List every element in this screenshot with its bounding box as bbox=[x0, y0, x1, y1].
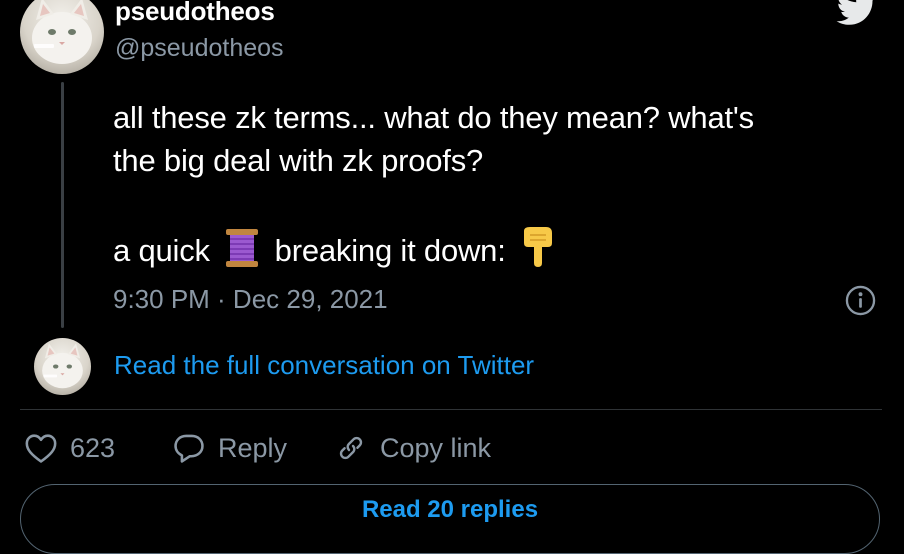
conversation-avatar[interactable] bbox=[34, 338, 91, 395]
heart-icon bbox=[25, 434, 57, 463]
tweet-text-line: a quick breaking it down: bbox=[113, 225, 873, 272]
cat-avatar-image bbox=[32, 0, 92, 64]
copy-link-button[interactable]: Copy link bbox=[334, 428, 491, 468]
like-button[interactable]: 623 bbox=[24, 428, 115, 468]
read-replies-button[interactable]: Read 20 replies bbox=[20, 484, 880, 554]
reply-label: Reply bbox=[218, 432, 288, 463]
cat-avatar-image bbox=[42, 343, 83, 389]
reply-button[interactable]: Reply bbox=[172, 428, 287, 468]
tweet-timestamp[interactable]: 9:30 PM · Dec 29, 2021 bbox=[113, 284, 388, 315]
tweet-text-line: the big deal with zk proofs? bbox=[113, 143, 484, 178]
divider bbox=[20, 409, 882, 410]
author-handle[interactable]: @pseudotheos bbox=[115, 34, 284, 63]
tweet-text-segment: breaking it down: bbox=[274, 233, 506, 268]
info-icon[interactable] bbox=[845, 285, 876, 316]
like-count: 623 bbox=[70, 432, 116, 463]
link-icon bbox=[339, 436, 363, 460]
tweet-text-segment: a quick bbox=[113, 233, 210, 268]
read-full-conversation-link[interactable]: Read the full conversation on Twitter bbox=[114, 350, 534, 381]
author-display-name[interactable]: pseudotheos bbox=[115, 0, 275, 27]
twitter-bird-icon[interactable] bbox=[836, 0, 878, 26]
thread-spool-icon bbox=[226, 229, 259, 267]
tweet-text-line: all these zk terms... what do they mean?… bbox=[113, 100, 754, 135]
pointing-down-hand-icon bbox=[524, 227, 553, 267]
author-avatar[interactable] bbox=[20, 0, 104, 74]
thread-connector-line bbox=[61, 82, 64, 328]
tweet-body: all these zk terms... what do they mean?… bbox=[113, 96, 873, 272]
copy-link-label: Copy link bbox=[380, 432, 492, 463]
speech-bubble-icon bbox=[174, 434, 204, 463]
